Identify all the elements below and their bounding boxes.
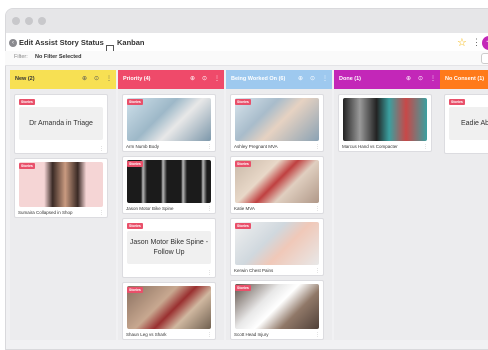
window-close-dot[interactable] bbox=[12, 17, 20, 25]
tab-kanban-label: Kanban bbox=[117, 38, 145, 47]
zoom-icon[interactable]: ⊙ bbox=[202, 75, 207, 82]
card-caption: Sumaira Collapsed in Shop bbox=[18, 210, 73, 215]
add-card-icon[interactable]: ⊕ bbox=[82, 75, 87, 82]
card-menu-icon[interactable]: ⋮ bbox=[207, 206, 212, 212]
card-title: Dr Amanda in Triage bbox=[19, 107, 103, 140]
stories-badge: Stories bbox=[127, 223, 143, 229]
card-caption: Jason Motor Bike Spine bbox=[126, 206, 174, 211]
card-caption: Scott Head Injury bbox=[234, 332, 269, 337]
card-menu-icon[interactable]: ⋮ bbox=[315, 144, 320, 150]
back-arrow-icon[interactable]: ‹ bbox=[9, 39, 17, 47]
column-header: Being Worked On (6) ⊕ ⊙ ⋮ bbox=[226, 70, 332, 89]
filter-value[interactable]: No Filter Selected bbox=[35, 54, 81, 60]
card-menu-icon[interactable]: ⋮ bbox=[99, 210, 104, 216]
page-title: Edit Assist Story Status bbox=[19, 38, 104, 47]
filter-label: Filter: bbox=[14, 54, 28, 60]
card-caption: Marcus Hand vs Compacter bbox=[342, 144, 398, 149]
card-menu-icon[interactable]: ⋮ bbox=[207, 332, 212, 338]
column-header: Priority (4) ⊕ ⊙ ⋮ bbox=[118, 70, 224, 89]
story-card[interactable]: Stories Scott Head Injury ⋮ bbox=[230, 280, 324, 340]
story-card[interactable]: Stories Ashley Pregnant MVA ⋮ bbox=[230, 94, 324, 152]
stories-badge: Stories bbox=[235, 223, 251, 229]
column-menu-icon[interactable]: ⋮ bbox=[430, 75, 436, 82]
window-maximize-dot[interactable] bbox=[38, 17, 46, 25]
zoom-icon[interactable]: ⊙ bbox=[418, 75, 423, 82]
filter-button[interactable] bbox=[481, 53, 488, 64]
column-header: No Consent (1) bbox=[440, 70, 488, 89]
card-menu-icon[interactable]: ⋮ bbox=[207, 270, 212, 276]
card-menu-icon[interactable]: ⋮ bbox=[315, 268, 320, 274]
story-card[interactable]: Stories Jason Motor Bike Spine - Follow … bbox=[122, 218, 216, 278]
column-title: Priority (4) bbox=[123, 76, 151, 82]
column-title: Being Worked On (6) bbox=[231, 76, 286, 82]
stories-badge: Stories bbox=[127, 99, 143, 105]
add-card-icon[interactable]: ⊕ bbox=[190, 75, 195, 82]
stories-badge: Stories bbox=[19, 99, 35, 105]
column-header: Done (1) ⊕ ⊙ ⋮ bbox=[334, 70, 440, 89]
stories-badge: Stories bbox=[127, 161, 143, 167]
add-button[interactable]: + bbox=[482, 36, 488, 50]
story-card[interactable]: Stories Arm Numb Body ⋮ bbox=[122, 94, 216, 152]
story-card[interactable]: Stories Jason Motor Bike Spine ⋮ bbox=[122, 156, 216, 214]
more-options-icon[interactable]: ⋮ bbox=[472, 37, 481, 48]
column-title: Done (1) bbox=[339, 76, 361, 82]
card-menu-icon[interactable]: ⋮ bbox=[315, 332, 320, 338]
stories-badge: Stories bbox=[127, 287, 143, 293]
card-caption: Ashley Pregnant MVA bbox=[234, 144, 278, 149]
card-title: Jason Motor Bike Spine - Follow Up bbox=[127, 231, 211, 264]
zoom-icon[interactable]: ⊙ bbox=[310, 75, 315, 82]
card-title: Eadie Abdo bbox=[449, 107, 488, 140]
column-being-worked-on: Being Worked On (6) ⊕ ⊙ ⋮ Stories Ashley… bbox=[226, 70, 332, 340]
stories-badge: Stories bbox=[235, 161, 251, 167]
stories-badge: Stories bbox=[19, 163, 35, 169]
column-menu-icon[interactable]: ⋮ bbox=[322, 75, 328, 82]
window-minimize-dot[interactable] bbox=[25, 17, 33, 25]
column-title: No Consent (1) bbox=[445, 76, 485, 82]
card-caption: Arm Numb Body bbox=[126, 144, 160, 149]
card-menu-icon[interactable]: ⋮ bbox=[423, 144, 428, 150]
story-card[interactable]: Marcus Hand vs Compacter ⋮ bbox=[338, 94, 432, 152]
story-card[interactable]: Stories Eadie Abdo bbox=[444, 94, 488, 154]
story-card[interactable]: Stories Shaun Leg vs Shark ⋮ bbox=[122, 282, 216, 340]
column-menu-icon[interactable]: ⋮ bbox=[106, 75, 112, 82]
card-caption: Katie MVA bbox=[234, 206, 255, 211]
card-menu-icon[interactable]: ⋮ bbox=[315, 206, 320, 212]
column-done: Done (1) ⊕ ⊙ ⋮ Marcus Hand vs Compacter … bbox=[334, 70, 440, 340]
card-caption: Shaun Leg vs Shark bbox=[126, 332, 167, 337]
star-icon[interactable]: ☆ bbox=[457, 36, 467, 49]
column-no-consent: No Consent (1) Stories Eadie Abdo bbox=[440, 70, 488, 340]
filter-bar: Filter: No Filter Selected bbox=[5, 51, 488, 66]
stories-badge: Stories bbox=[235, 285, 251, 291]
story-card[interactable]: Stories Dr Amanda in Triage ⋮ bbox=[14, 94, 108, 154]
zoom-icon[interactable]: ⊙ bbox=[94, 75, 99, 82]
column-new: New (2) ⊕ ⊙ ⋮ Stories Dr Amanda in Triag… bbox=[10, 70, 116, 340]
story-card[interactable]: Stories Sumaira Collapsed in Shop ⋮ bbox=[14, 158, 108, 218]
card-menu-icon[interactable]: ⋮ bbox=[207, 144, 212, 150]
story-card[interactable]: Stories Kerwin Chest Pains ⋮ bbox=[230, 218, 324, 276]
stories-badge: Stories bbox=[235, 99, 251, 105]
column-header: New (2) ⊕ ⊙ ⋮ bbox=[10, 70, 116, 89]
card-photo bbox=[343, 98, 427, 141]
add-card-icon[interactable]: ⊕ bbox=[406, 75, 411, 82]
window-titlebar bbox=[6, 9, 488, 33]
stories-badge: Stories bbox=[449, 99, 465, 105]
card-caption: Kerwin Chest Pains bbox=[234, 268, 274, 273]
column-menu-icon[interactable]: ⋮ bbox=[214, 75, 220, 82]
card-menu-icon[interactable]: ⋮ bbox=[99, 146, 104, 152]
story-card[interactable]: Stories Katie MVA ⋮ bbox=[230, 156, 324, 214]
column-priority: Priority (4) ⊕ ⊙ ⋮ Stories Arm Numb Body… bbox=[118, 70, 224, 340]
column-title: New (2) bbox=[15, 76, 35, 82]
add-card-icon[interactable]: ⊕ bbox=[298, 75, 303, 82]
